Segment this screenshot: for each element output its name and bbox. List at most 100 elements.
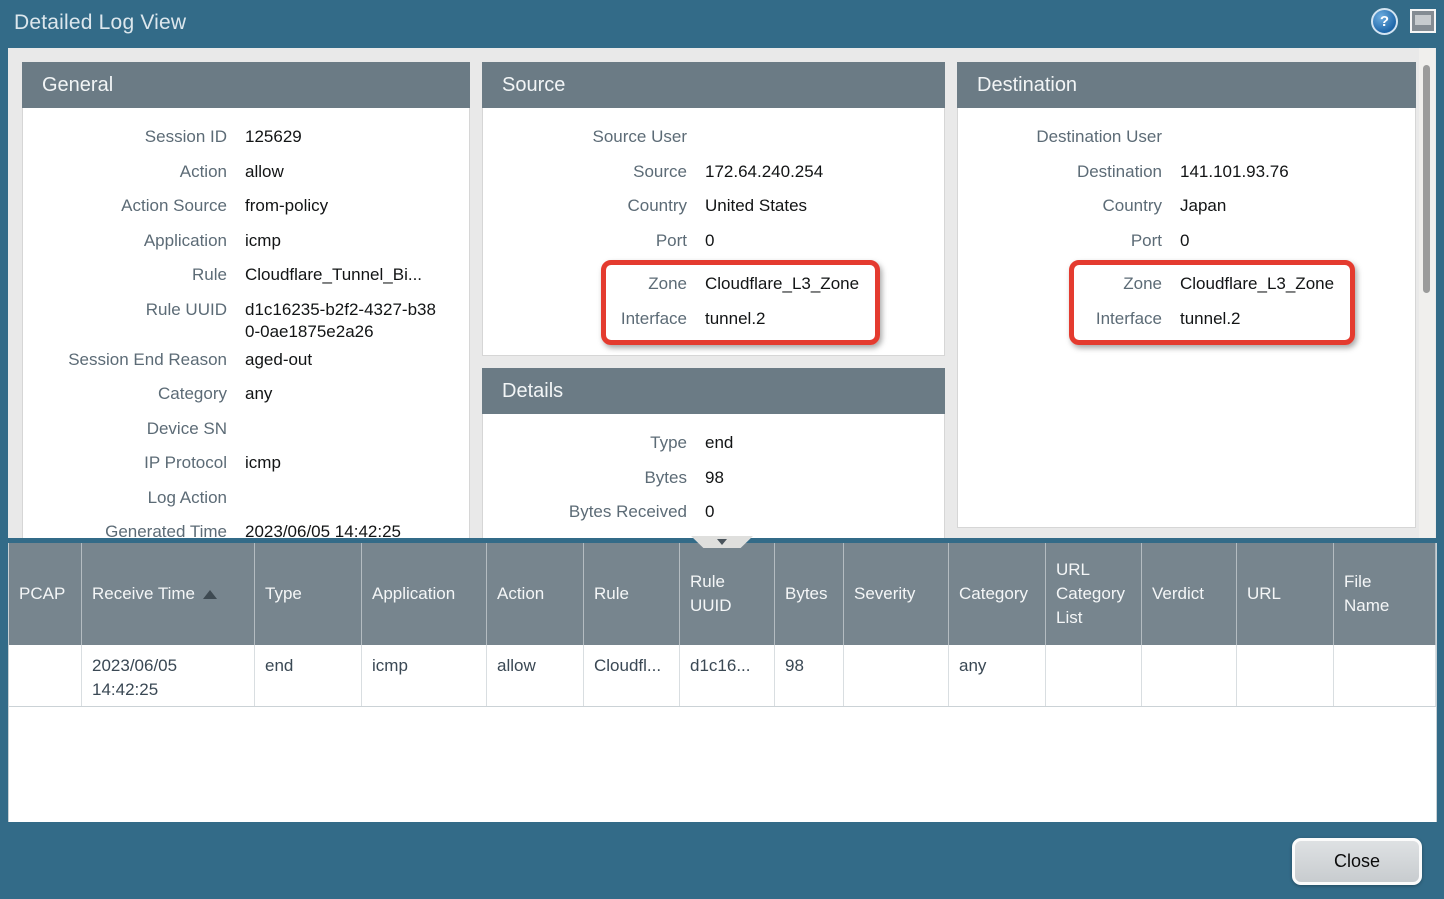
field-bytes-received: Bytes Received 0 xyxy=(483,495,936,530)
column-header-action[interactable]: Action xyxy=(487,543,584,645)
sort-ascending-icon xyxy=(203,590,217,599)
general-panel-body: Session ID 125629 Action allow Action So… xyxy=(22,108,470,538)
destination-panel-header: Destination xyxy=(957,62,1416,108)
field-label: IP Protocol xyxy=(23,452,227,474)
cell-application: icmp xyxy=(362,645,487,706)
field-source-user: Source User xyxy=(483,120,936,155)
field-value: 98 xyxy=(705,467,724,489)
help-icon-glyph: ? xyxy=(1380,13,1389,30)
field-label: Source xyxy=(483,161,687,183)
field-source-zone: Zone Cloudflare_L3_Zone xyxy=(606,267,859,302)
column-header-url[interactable]: URL xyxy=(1237,543,1334,645)
field-session-end-reason: Session End Reason aged-out xyxy=(23,343,461,378)
log-table-header-row: PCAP Receive Time Type Application Actio… xyxy=(9,543,1436,645)
cell-url xyxy=(1237,645,1334,706)
chevron-down-icon xyxy=(717,539,727,545)
field-destination-user: Destination User xyxy=(958,120,1407,155)
field-value: any xyxy=(245,383,272,405)
field-label: Country xyxy=(483,195,687,217)
column-header-file-name[interactable]: File Name xyxy=(1334,543,1436,645)
column-header-rule-uuid[interactable]: Rule UUID xyxy=(680,543,775,645)
field-label: Source User xyxy=(483,126,687,148)
destination-zone-interface-highlight: Zone Cloudflare_L3_Zone Interface tunnel… xyxy=(1069,260,1355,345)
cell-type: end xyxy=(255,645,362,706)
field-value: 2023/06/05 14:42:25 xyxy=(245,521,401,538)
field-label: Zone xyxy=(1074,273,1162,295)
field-value: tunnel.2 xyxy=(705,308,766,330)
destination-panel: Destination Destination User Destination… xyxy=(957,62,1416,528)
field-value: aged-out xyxy=(245,349,312,371)
cell-rule-uuid: d1c16... xyxy=(680,645,775,706)
cell-rule: Cloudfl... xyxy=(584,645,680,706)
field-source-country: Country United States xyxy=(483,189,936,224)
details-panel: Details Type end Bytes 98 Bytes Received… xyxy=(482,368,945,538)
field-source-port: Port 0 xyxy=(483,224,936,259)
cell-severity xyxy=(844,645,949,706)
cell-url-category-list xyxy=(1046,645,1142,706)
field-value: Cloudflare_Tunnel_Bi... xyxy=(245,264,422,286)
field-label: Rule xyxy=(23,264,227,286)
field-value: 0 xyxy=(1180,230,1189,252)
field-label: Rule UUID xyxy=(23,299,227,321)
cell-category: any xyxy=(949,645,1046,706)
field-destination-interface: Interface tunnel.2 xyxy=(1074,302,1334,337)
source-zone-interface-highlight: Zone Cloudflare_L3_Zone Interface tunnel… xyxy=(601,260,880,345)
field-label: Country xyxy=(958,195,1162,217)
field-label: Interface xyxy=(606,308,687,330)
log-entries-table: PCAP Receive Time Type Application Actio… xyxy=(8,543,1437,822)
field-rule-uuid: Rule UUID d1c16235-b2f2-4327-b380-0ae187… xyxy=(23,293,461,343)
source-panel: Source Source User Source 172.64.240.254… xyxy=(482,62,945,356)
destination-panel-body: Destination User Destination 141.101.93.… xyxy=(957,108,1416,528)
column-header-severity[interactable]: Severity xyxy=(844,543,949,645)
field-value: 0 xyxy=(705,501,714,523)
column-header-rule[interactable]: Rule xyxy=(584,543,680,645)
field-type: Type end xyxy=(483,426,936,461)
field-value: tunnel.2 xyxy=(1180,308,1241,330)
vertical-scrollbar-track[interactable] xyxy=(1419,48,1435,538)
field-category: Category any xyxy=(23,377,461,412)
column-header-category[interactable]: Category xyxy=(949,543,1046,645)
field-value: 141.101.93.76 xyxy=(1180,161,1289,183)
cell-action: allow xyxy=(487,645,584,706)
column-header-verdict[interactable]: Verdict xyxy=(1142,543,1237,645)
log-detail-panels-region: General Session ID 125629 Action allow A… xyxy=(8,48,1436,538)
field-label: Generated Time xyxy=(23,521,227,538)
field-value: 125629 xyxy=(245,126,302,148)
field-session-id: Session ID 125629 xyxy=(23,120,461,155)
window-restore-icon[interactable] xyxy=(1410,9,1436,33)
field-destination-zone: Zone Cloudflare_L3_Zone xyxy=(1074,267,1334,302)
vertical-scrollbar-thumb[interactable] xyxy=(1423,65,1430,293)
field-label: Category xyxy=(23,383,227,405)
field-label: Action Source xyxy=(23,195,227,217)
column-header-type[interactable]: Type xyxy=(255,543,362,645)
general-panel: General Session ID 125629 Action allow A… xyxy=(22,62,470,538)
field-label: Session ID xyxy=(23,126,227,148)
column-header-pcap[interactable]: PCAP xyxy=(9,543,82,645)
details-panel-body: Type end Bytes 98 Bytes Received 0 xyxy=(482,414,945,538)
field-destination-port: Port 0 xyxy=(958,224,1407,259)
field-value: Japan xyxy=(1180,195,1226,217)
cell-file-name xyxy=(1334,645,1436,706)
help-icon[interactable]: ? xyxy=(1371,8,1398,35)
field-value: allow xyxy=(245,161,284,183)
field-value: 0 xyxy=(705,230,714,252)
field-label: Port xyxy=(483,230,687,252)
field-label: Interface xyxy=(1074,308,1162,330)
column-header-url-category-list[interactable]: URL Category List xyxy=(1046,543,1142,645)
general-panel-header: General xyxy=(22,62,470,108)
column-header-application[interactable]: Application xyxy=(362,543,487,645)
column-header-receive-time[interactable]: Receive Time xyxy=(82,543,255,645)
field-value: United States xyxy=(705,195,807,217)
column-header-bytes[interactable]: Bytes xyxy=(775,543,844,645)
field-label: Destination xyxy=(958,161,1162,183)
source-panel-body: Source User Source 172.64.240.254 Countr… xyxy=(482,108,945,356)
field-source-interface: Interface tunnel.2 xyxy=(606,302,859,337)
window-restore-icon-inner xyxy=(1415,15,1431,25)
field-label: Session End Reason xyxy=(23,349,227,371)
field-value: 172.64.240.254 xyxy=(705,161,823,183)
field-application: Application icmp xyxy=(23,224,461,259)
field-ip-protocol: IP Protocol icmp xyxy=(23,446,461,481)
table-row[interactable]: 2023/06/05 14:42:25 end icmp allow Cloud… xyxy=(9,645,1436,707)
close-button[interactable]: Close xyxy=(1292,838,1422,885)
field-value: d1c16235-b2f2-4327-b380-0ae1875e2a26 xyxy=(245,299,445,343)
